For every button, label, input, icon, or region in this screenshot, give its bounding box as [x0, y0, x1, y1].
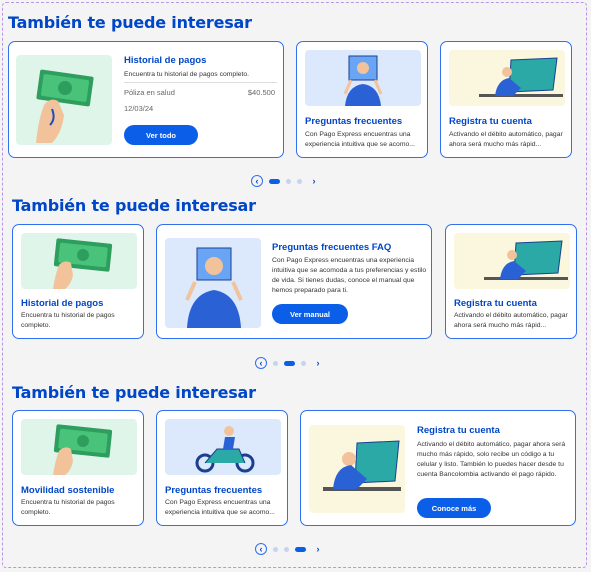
faq-illustration [165, 238, 261, 328]
card-description: Activando el débito automático, pagar ah… [417, 441, 566, 478]
pagination-dot[interactable] [286, 178, 291, 184]
view-manual-button[interactable]: Ver manual [272, 304, 348, 324]
featured-card-register[interactable]: Registra tu cuenta Activando el débito a… [300, 410, 576, 526]
view-all-button[interactable]: Ver todo [124, 125, 198, 145]
carousel-pagination: ‹ › [255, 357, 324, 369]
money-hand-illustration [21, 419, 137, 475]
card-register[interactable]: Registra tu cuenta Activando el débito a… [445, 224, 577, 339]
card-faq[interactable]: Preguntas frecuentes Con Pago Express en… [296, 41, 428, 158]
section-title: También te puede interesar [12, 196, 256, 215]
next-arrow-icon[interactable]: › [308, 175, 320, 187]
pagination-dot[interactable] [295, 546, 306, 552]
policy-label: Póliza en salud [124, 88, 175, 97]
card-faq[interactable]: Preguntas frecuentes Con Pago Express en… [156, 410, 288, 526]
card-title: Registra tu cuenta [454, 298, 537, 309]
divider [124, 82, 277, 83]
card-title: Historial de pagos [21, 298, 104, 309]
pagination-dot[interactable] [284, 546, 289, 552]
featured-card-payments[interactable]: Historial de pagos Encuentra tu historia… [8, 41, 284, 158]
card-mobility[interactable]: Movilidad sostenible Encuentra tu histor… [12, 410, 144, 526]
pagination-dot[interactable] [273, 546, 278, 552]
card-title: Preguntas frecuentes [165, 485, 263, 496]
card-title: Movilidad sostenible [21, 485, 115, 496]
prev-arrow-icon[interactable]: ‹ [251, 175, 263, 187]
card-title: Registra tu cuenta [449, 116, 532, 127]
prev-arrow-icon[interactable]: ‹ [255, 543, 267, 555]
pagination-dot[interactable] [284, 360, 295, 366]
pagination-dot[interactable] [301, 360, 306, 366]
pagination-dot[interactable] [273, 360, 278, 366]
card-description: Activando el débito automático, pagar ah… [454, 312, 568, 329]
register-illustration [309, 425, 405, 513]
card-description: Encuentra tu historial de pagos completo… [21, 499, 115, 516]
card-description: Con Pago Express encuentras una experien… [272, 257, 427, 294]
register-illustration [454, 233, 570, 289]
card-payments[interactable]: Historial de pagos Encuentra tu historia… [12, 224, 144, 339]
card-description: Con Pago Express encuentras una experien… [165, 499, 275, 516]
next-arrow-icon[interactable]: › [312, 543, 324, 555]
pagination-dot[interactable] [297, 178, 302, 184]
carousel-pagination: ‹ › [255, 543, 324, 555]
section-title: También te puede interesar [8, 13, 252, 32]
section-title: También te puede interesar [12, 383, 256, 402]
money-hand-illustration [16, 55, 112, 145]
register-illustration [449, 50, 565, 106]
carousel-pagination: ‹ › [251, 175, 320, 187]
card-description: Encuentra tu historial de pagos completo… [124, 71, 250, 78]
pagination-dot[interactable] [269, 178, 280, 184]
card-description: Encuentra tu historial de pagos completo… [21, 312, 115, 329]
card-title: Registra tu cuenta [417, 425, 500, 436]
next-arrow-icon[interactable]: › [312, 357, 324, 369]
prev-arrow-icon[interactable]: ‹ [255, 357, 267, 369]
money-hand-illustration [21, 233, 137, 289]
card-title: Preguntas frecuentes [305, 116, 403, 127]
card-title: Preguntas frecuentes FAQ [272, 242, 392, 253]
card-title: Historial de pagos [124, 55, 207, 66]
card-description: Con Pago Express encuentras una experien… [305, 131, 415, 148]
learn-more-button[interactable]: Conoce más [417, 498, 491, 518]
featured-card-faq[interactable]: Preguntas frecuentes FAQ Con Pago Expres… [156, 224, 432, 339]
card-register[interactable]: Registra tu cuenta Activando el débito a… [440, 41, 572, 158]
scooter-illustration [165, 419, 281, 475]
policy-amount: $40.500 [247, 88, 275, 97]
faq-illustration [305, 50, 421, 106]
card-description: Activando el débito automático, pagar ah… [449, 131, 563, 148]
policy-date: 12/03/24 [124, 104, 154, 113]
